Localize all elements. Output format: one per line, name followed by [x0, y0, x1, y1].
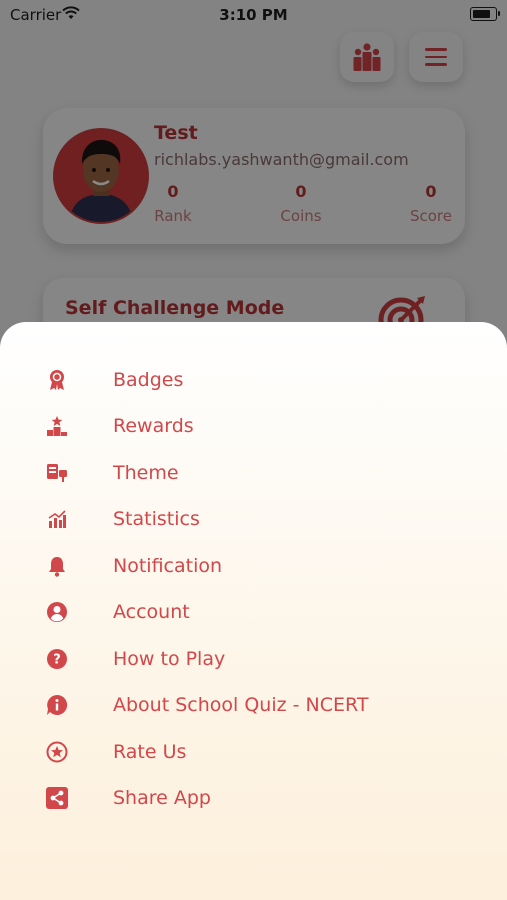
menu-item-label: Theme: [113, 462, 179, 484]
help-icon: ?: [46, 648, 68, 670]
menu-item-label: Rewards: [113, 415, 194, 437]
share-icon: [46, 787, 68, 809]
account-icon: [46, 601, 68, 623]
star-icon: [46, 741, 68, 763]
svg-text:?: ?: [53, 653, 61, 668]
menu-item-account[interactable]: Account: [0, 589, 507, 635]
menu-item-label: Statistics: [113, 508, 200, 530]
menu-item-label: Rate Us: [113, 741, 187, 763]
bell-icon: [46, 555, 68, 577]
menu-item-label: How to Play: [113, 648, 226, 670]
menu-item-label: About School Quiz - NCERT: [113, 694, 369, 716]
menu-item-theme[interactable]: Theme: [0, 450, 507, 496]
menu-item-rate-us[interactable]: Rate Us: [0, 729, 507, 775]
theme-icon: [46, 462, 68, 484]
menu-item-notification[interactable]: Notification: [0, 543, 507, 589]
badge-icon: [46, 369, 68, 391]
menu-item-badges[interactable]: Badges: [0, 357, 507, 403]
menu-item-how-to-play[interactable]: ? How to Play: [0, 636, 507, 682]
rewards-icon: [46, 415, 68, 437]
menu-item-rewards[interactable]: Rewards: [0, 403, 507, 449]
info-icon: [46, 694, 68, 716]
menu-item-share-app[interactable]: Share App: [0, 775, 507, 821]
menu-item-label: Notification: [113, 555, 223, 577]
menu-item-label: Account: [113, 601, 190, 623]
menu-bottom-sheet: Badges Rewards Theme Statistics Notifica…: [0, 322, 507, 900]
menu-item-label: Share App: [113, 787, 211, 809]
statistics-icon: [46, 508, 68, 530]
menu-item-statistics[interactable]: Statistics: [0, 496, 507, 542]
menu-item-label: Badges: [113, 369, 184, 391]
menu-item-about[interactable]: About School Quiz - NCERT: [0, 682, 507, 728]
